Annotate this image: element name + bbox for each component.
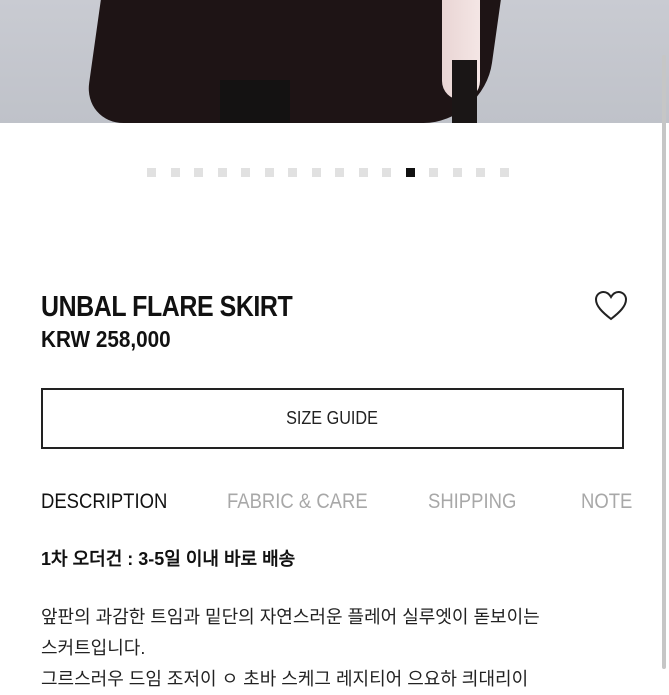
gallery-dot[interactable]: [429, 168, 438, 177]
gallery-dot[interactable]: [499, 168, 509, 177]
gallery-dot[interactable]: [452, 168, 462, 177]
product-image-boot-left: [220, 80, 290, 123]
gallery-dot[interactable]: [311, 168, 321, 177]
tab-fabric-care[interactable]: FABRIC & CARE: [227, 490, 368, 514]
gallery-dot[interactable]: [194, 168, 203, 177]
product-image-boot-right: [452, 60, 477, 123]
gallery-dot[interactable]: [382, 168, 391, 177]
description-line: 스커트입니다.: [41, 638, 146, 658]
gallery-dot[interactable]: [405, 168, 415, 177]
product-image[interactable]: [0, 0, 669, 123]
product-description: 앞판의 과감한 트임과 밑단의 자연스러운 플레어 실루엣이 돋보이는 스커트입…: [41, 602, 631, 695]
tab-shipping[interactable]: SHIPPING: [428, 490, 516, 514]
gallery-dot[interactable]: [264, 168, 274, 177]
gallery-dot[interactable]: [217, 168, 227, 177]
tab-note[interactable]: NOTE: [581, 490, 632, 514]
gallery-dot[interactable]: [476, 168, 485, 177]
gallery-pagination: [147, 168, 509, 177]
product-title: UNBAL FLARE SKIRT: [41, 291, 293, 323]
gallery-dot[interactable]: [170, 168, 180, 177]
tab-description[interactable]: DESCRIPTION: [41, 490, 167, 514]
product-info-tabs: DESCRIPTION FABRIC & CARE SHIPPING NOTE: [41, 490, 632, 518]
gallery-dot[interactable]: [241, 168, 250, 177]
size-guide-label: SIZE GUIDE: [286, 408, 379, 428]
gallery-dot[interactable]: [288, 168, 297, 177]
shipping-note: 1차 오더건 : 3-5일 이내 바로 배송: [41, 549, 296, 569]
gallery-dot[interactable]: [358, 168, 368, 177]
size-guide-button[interactable]: SIZE GUIDE: [41, 388, 624, 449]
wishlist-heart-icon[interactable]: [594, 290, 628, 322]
product-price: KRW 258,000: [41, 326, 171, 352]
scrollbar[interactable]: [662, 55, 666, 669]
gallery-dot[interactable]: [147, 168, 156, 177]
description-line: 앞판의 과감한 트임과 밑단의 자연스러운 플레어 실루엣이 돋보이는: [41, 607, 540, 627]
gallery-dot[interactable]: [335, 168, 344, 177]
